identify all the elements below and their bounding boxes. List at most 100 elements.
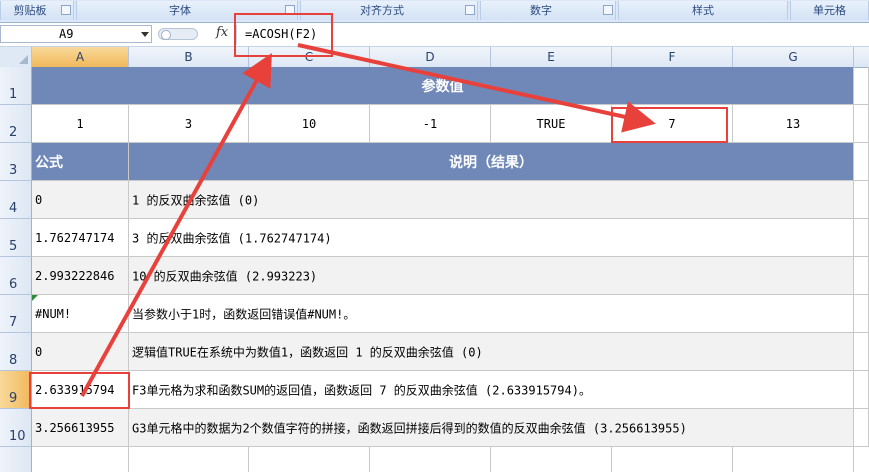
name-box-value: A9	[59, 27, 74, 41]
cell-b11[interactable]	[129, 447, 249, 472]
cell-c11[interactable]	[249, 447, 370, 472]
param-value: 7	[668, 116, 676, 131]
param-value: 1	[76, 116, 84, 131]
ribbon-group-label: 单元格	[813, 4, 846, 17]
dialog-launcher-icon[interactable]	[285, 5, 295, 15]
cell-c2[interactable]: 10	[249, 105, 370, 143]
cell-f2[interactable]: 7	[612, 105, 733, 143]
result-cell-a7[interactable]: #NUM!	[32, 295, 129, 333]
cell-h8[interactable]	[854, 333, 869, 371]
description-cell-b10[interactable]: G3单元格中的数据为2个数值字符的拼接，函数返回拼接后得到的数值的反双曲余弦值 …	[129, 409, 854, 447]
result-cell-a8[interactable]: 0	[32, 333, 129, 371]
cell-e11[interactable]	[491, 447, 612, 472]
row-header-4[interactable]: 4	[0, 181, 32, 219]
formula-input[interactable]: =ACOSH(F2)	[236, 25, 869, 44]
cell-a11[interactable]	[32, 447, 129, 472]
column-header-h-partial[interactable]	[854, 47, 869, 67]
ribbon-group-clipboard[interactable]: 剪贴板	[0, 1, 74, 20]
row-number: 1	[9, 87, 18, 102]
name-box[interactable]: A9	[0, 25, 152, 43]
row-number: 7	[9, 315, 18, 330]
ribbon-group-alignment[interactable]: 对齐方式	[300, 1, 478, 20]
column-header-d[interactable]: D	[370, 47, 491, 67]
description-cell-b8[interactable]: 逻辑值TRUE在系统中为数值1，函数返回 1 的反双曲余弦值 (0)	[129, 333, 854, 371]
row-header-1[interactable]: 1	[0, 67, 32, 105]
select-all-corner[interactable]	[0, 47, 32, 67]
cell-g2[interactable]: 13	[733, 105, 854, 143]
cell-b2[interactable]: 3	[129, 105, 249, 143]
row-header-10[interactable]: 10	[0, 409, 32, 447]
row-number: 5	[9, 239, 18, 254]
formula-header-cell[interactable]: 公式	[32, 143, 129, 181]
insert-function-icon[interactable]: fx	[216, 25, 228, 40]
row-header-5[interactable]: 5	[0, 219, 32, 257]
param-value: TRUE	[536, 116, 566, 131]
ribbon-group-label: 字体	[169, 4, 191, 17]
ribbon-group-cells[interactable]: 单元格	[790, 1, 869, 20]
description-cell-b5[interactable]: 3 的反双曲余弦值 (1.762747174)	[129, 219, 854, 257]
cell-h7[interactable]	[854, 295, 869, 333]
row-header-3[interactable]: 3	[0, 143, 32, 181]
dialog-launcher-icon[interactable]	[61, 5, 71, 15]
cell-h2[interactable]	[854, 105, 869, 143]
result-cell-a5[interactable]: 1.762747174	[32, 219, 129, 257]
result-value: 1.762747174	[35, 230, 115, 245]
cell-g11[interactable]	[733, 447, 854, 472]
result-cell-a9-selected[interactable]: 2.633915794	[32, 371, 129, 409]
result-value: 0	[35, 344, 43, 359]
cell-h1[interactable]	[854, 67, 869, 105]
ribbon-group-number[interactable]: 数字	[480, 1, 616, 20]
formula-bar-resize-handle[interactable]	[158, 28, 198, 40]
cell-h10[interactable]	[854, 409, 869, 447]
ribbon-group-styles[interactable]: 样式	[618, 1, 788, 20]
cell-d11[interactable]	[370, 447, 491, 472]
column-header-b[interactable]: B	[129, 47, 249, 67]
description-cell-b4[interactable]: 1 的反双曲余弦值 (0)	[129, 181, 854, 219]
ribbon-group-label: 剪贴板	[13, 4, 47, 17]
cell-h3[interactable]	[854, 143, 869, 181]
ribbon-group-label: 对齐方式	[360, 4, 404, 17]
param-value: 10	[301, 116, 317, 131]
row-header-9[interactable]: 9	[0, 371, 32, 409]
result-value: 2.993222846	[35, 268, 115, 283]
chevron-down-icon[interactable]	[141, 32, 149, 37]
params-title-cell[interactable]: 参数值	[32, 67, 854, 105]
ribbon-group-font[interactable]: 字体	[76, 1, 298, 20]
ribbon-group-bar: 剪贴板 字体 对齐方式 数字 样式 单元格	[0, 0, 869, 23]
result-description: F3单元格为求和函数SUM的返回值，函数返回 7 的反双曲余弦值 (2.6339…	[132, 383, 591, 397]
row-header-6[interactable]: 6	[0, 257, 32, 295]
cell-h9[interactable]	[854, 371, 869, 409]
column-header-bar: A B C D E F G	[0, 47, 869, 68]
row-number: 9	[9, 391, 18, 406]
cell-d2[interactable]: -1	[370, 105, 491, 143]
cell-h6[interactable]	[854, 257, 869, 295]
dialog-launcher-icon[interactable]	[603, 5, 613, 15]
cell-a2[interactable]: 1	[32, 105, 129, 143]
column-header-f[interactable]: F	[612, 47, 733, 67]
cell-e2[interactable]: TRUE	[491, 105, 612, 143]
description-header-cell[interactable]: 说明（结果）	[129, 143, 854, 181]
result-description: 逻辑值TRUE在系统中为数值1，函数返回 1 的反双曲余弦值 (0)	[132, 345, 483, 359]
row-header-8[interactable]: 8	[0, 333, 32, 371]
row-header-7[interactable]: 7	[0, 295, 32, 333]
formula-bar: A9 fx =ACOSH(F2)	[0, 23, 869, 47]
description-cell-b7[interactable]: 当参数小于1时，函数返回错误值#NUM!。	[129, 295, 854, 333]
cell-f11[interactable]	[612, 447, 733, 472]
result-cell-a10[interactable]: 3.256613955	[32, 409, 129, 447]
cell-h5[interactable]	[854, 219, 869, 257]
result-value: #NUM!	[35, 306, 72, 321]
column-header-a[interactable]: A	[32, 47, 129, 67]
column-header-g[interactable]: G	[733, 47, 854, 67]
dialog-launcher-icon[interactable]	[465, 5, 475, 15]
description-cell-b6[interactable]: 10 的反双曲余弦值 (2.993223)	[129, 257, 854, 295]
column-header-e[interactable]: E	[491, 47, 612, 67]
description-cell-b9[interactable]: F3单元格为求和函数SUM的返回值，函数返回 7 的反双曲余弦值 (2.6339…	[129, 371, 854, 409]
result-description: 10 的反双曲余弦值 (2.993223)	[132, 269, 318, 283]
cell-h4[interactable]	[854, 181, 869, 219]
result-cell-a4[interactable]: 0	[32, 181, 129, 219]
result-value: 2.633915794	[35, 382, 115, 397]
column-header-c[interactable]: C	[249, 47, 370, 67]
row-header-2[interactable]: 2	[0, 105, 32, 143]
result-cell-a6[interactable]: 2.993222846	[32, 257, 129, 295]
row-header-11-partial[interactable]	[0, 447, 32, 472]
